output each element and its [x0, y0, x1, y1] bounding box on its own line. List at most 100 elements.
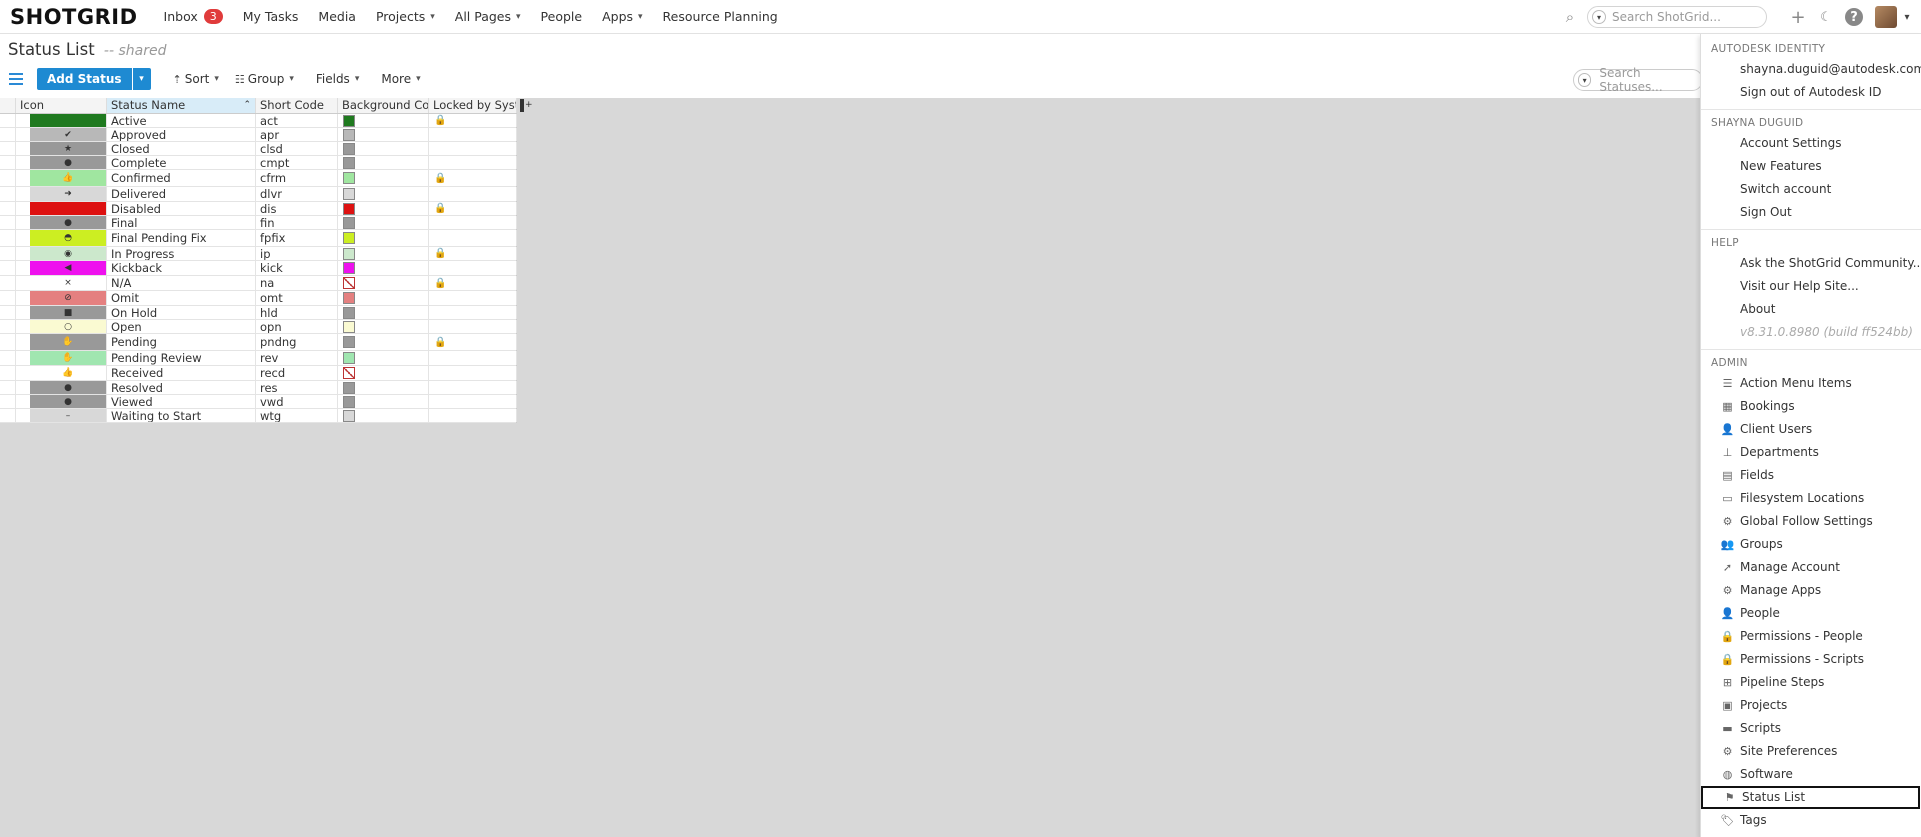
admin-item-task-templates[interactable]: ▲Task Templates	[1701, 832, 1921, 837]
short-code-cell[interactable]: pndng	[256, 334, 338, 350]
short-code-cell[interactable]: clsd	[256, 142, 338, 155]
admin-item-action-menu-items[interactable]: ☰ Action Menu Items	[1701, 372, 1921, 395]
row-select-cell[interactable]	[0, 291, 16, 305]
nav-item-projects[interactable]: Projects ▾	[376, 9, 435, 24]
switch-account-link[interactable]: Switch account	[1701, 178, 1921, 201]
nav-item-my-tasks[interactable]: My Tasks	[243, 9, 299, 24]
row-select-cell[interactable]	[0, 409, 16, 422]
table-row[interactable]: 👍 Received recd	[0, 366, 517, 381]
background-color-cell[interactable]	[338, 114, 429, 127]
plus-icon[interactable]: +	[1785, 4, 1811, 30]
column-header-locked-by-system[interactable]: Locked by Syst...	[429, 98, 517, 113]
admin-item-permissions-people[interactable]: 🔒 Permissions - People	[1701, 625, 1921, 648]
short-code-cell[interactable]: hld	[256, 306, 338, 319]
table-row[interactable]: 👍 Confirmed cfrm 🔒	[0, 170, 517, 187]
sort-button[interactable]: ⇡ Sort ▾	[173, 72, 219, 86]
background-color-cell[interactable]	[338, 366, 429, 380]
status-name-cell[interactable]: Confirmed	[107, 170, 256, 186]
select-all-checkbox[interactable]	[0, 98, 16, 113]
table-row[interactable]: ■ On Hold hld	[0, 306, 517, 320]
nav-item-inbox[interactable]: Inbox 3	[164, 9, 223, 24]
background-color-cell[interactable]	[338, 276, 429, 290]
short-code-cell[interactable]: dis	[256, 202, 338, 215]
row-select-cell[interactable]	[0, 306, 16, 319]
row-select-cell[interactable]	[0, 261, 16, 275]
status-name-cell[interactable]: Delivered	[107, 187, 256, 201]
table-row[interactable]: ✔ Approved apr	[0, 128, 517, 142]
table-row[interactable]: Active act 🔒	[0, 114, 517, 128]
nav-item-all-pages[interactable]: All Pages ▾	[455, 9, 521, 24]
search-scope-dropdown-icon[interactable]: ▾	[1592, 10, 1606, 24]
add-status-button[interactable]: Add Status	[37, 68, 132, 90]
table-row[interactable]: ● Viewed vwd	[0, 395, 517, 409]
status-name-cell[interactable]: Waiting to Start	[107, 409, 256, 422]
table-row[interactable]: Disabled dis 🔒	[0, 202, 517, 216]
row-select-cell[interactable]	[0, 156, 16, 169]
chevron-down-icon[interactable]: ▾	[1899, 4, 1915, 30]
background-color-cell[interactable]	[338, 128, 429, 141]
status-name-cell[interactable]: Final Pending Fix	[107, 230, 256, 246]
search-scope-dropdown-icon[interactable]: ▾	[1578, 73, 1592, 87]
row-select-cell[interactable]	[0, 276, 16, 290]
status-name-cell[interactable]: On Hold	[107, 306, 256, 319]
row-select-cell[interactable]	[0, 366, 16, 380]
background-color-cell[interactable]	[338, 291, 429, 305]
background-color-cell[interactable]	[338, 187, 429, 201]
short-code-cell[interactable]: omt	[256, 291, 338, 305]
table-row[interactable]: ◉ In Progress ip 🔒	[0, 247, 517, 261]
table-row[interactable]: ★ Closed clsd	[0, 142, 517, 156]
background-color-cell[interactable]	[338, 142, 429, 155]
group-button[interactable]: ☷ Group ▾	[235, 72, 294, 86]
short-code-cell[interactable]: fpfix	[256, 230, 338, 246]
table-row[interactable]: ● Resolved res	[0, 381, 517, 395]
background-color-cell[interactable]	[338, 381, 429, 394]
short-code-cell[interactable]: dlvr	[256, 187, 338, 201]
status-search-input[interactable]: ▾ Search Statuses...	[1573, 66, 1703, 94]
background-color-cell[interactable]	[338, 351, 429, 365]
admin-item-site-preferences[interactable]: ⚙ Site Preferences	[1701, 740, 1921, 763]
account-settings-link[interactable]: Account Settings	[1701, 132, 1921, 155]
row-select-cell[interactable]	[0, 128, 16, 141]
table-row[interactable]: × N/A na 🔒	[0, 276, 517, 291]
admin-item-bookings[interactable]: ▦ Bookings	[1701, 395, 1921, 418]
short-code-cell[interactable]: ip	[256, 247, 338, 260]
column-header-status-name[interactable]: Status Name ⌃	[107, 98, 256, 113]
status-name-cell[interactable]: Disabled	[107, 202, 256, 215]
nav-item-apps[interactable]: Apps ▾	[602, 9, 642, 24]
nav-item-media[interactable]: Media	[318, 9, 356, 24]
column-header-background-color[interactable]: Background Co...	[338, 98, 429, 113]
short-code-cell[interactable]: apr	[256, 128, 338, 141]
row-select-cell[interactable]	[0, 395, 16, 408]
status-name-cell[interactable]: Closed	[107, 142, 256, 155]
short-code-cell[interactable]: act	[256, 114, 338, 127]
table-row[interactable]: ◀ Kickback kick	[0, 261, 517, 276]
row-select-cell[interactable]	[0, 187, 16, 201]
short-code-cell[interactable]: kick	[256, 261, 338, 275]
table-row[interactable]: ➜ Delivered dlvr	[0, 187, 517, 202]
background-color-cell[interactable]	[338, 409, 429, 422]
help-icon[interactable]: ?	[1841, 4, 1867, 30]
admin-item-manage-apps[interactable]: ⚙ Manage Apps	[1701, 579, 1921, 602]
background-color-cell[interactable]	[338, 395, 429, 408]
table-row[interactable]: ● Complete cmpt	[0, 156, 517, 170]
column-header-icon[interactable]: Icon	[16, 98, 107, 113]
add-column-icon[interactable]: +	[520, 98, 533, 114]
status-name-cell[interactable]: In Progress	[107, 247, 256, 260]
row-select-cell[interactable]	[0, 351, 16, 365]
short-code-cell[interactable]: na	[256, 276, 338, 290]
sign-out-autodesk-id-link[interactable]: Sign out of Autodesk ID	[1701, 81, 1921, 104]
short-code-cell[interactable]: fin	[256, 216, 338, 229]
background-color-cell[interactable]	[338, 334, 429, 350]
admin-item-filesystem-locations[interactable]: ▭ Filesystem Locations	[1701, 487, 1921, 510]
shotgrid-logo[interactable]: SHOTGRID	[10, 5, 138, 29]
admin-item-manage-account[interactable]: ➚ Manage Account	[1701, 556, 1921, 579]
status-name-cell[interactable]: Pending Review	[107, 351, 256, 365]
admin-item-projects[interactable]: ▣ Projects	[1701, 694, 1921, 717]
admin-item-client-users[interactable]: 👤 Client Users	[1701, 418, 1921, 441]
status-name-cell[interactable]: Complete	[107, 156, 256, 169]
short-code-cell[interactable]: wtg	[256, 409, 338, 422]
short-code-cell[interactable]: cfrm	[256, 170, 338, 186]
admin-item-fields[interactable]: ▤ Fields	[1701, 464, 1921, 487]
fields-button[interactable]: Fields ▾	[316, 72, 359, 86]
add-status-dropdown-icon[interactable]: ▾	[132, 68, 151, 90]
